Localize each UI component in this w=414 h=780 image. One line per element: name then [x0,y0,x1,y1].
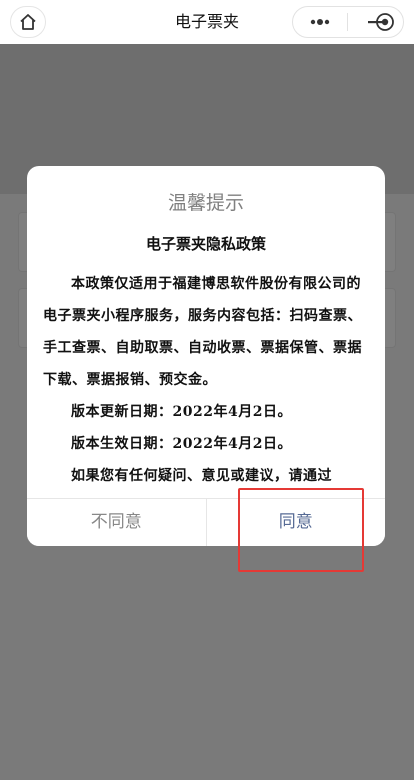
privacy-dialog: 温馨提示 电子票夹隐私政策 本政策仅适用于福建博思软件股份有限公司的电子票夹小程… [27,166,385,546]
close-button[interactable] [374,12,396,32]
policy-paragraph: 版本生效日期：2022年4月2日。 [71,436,292,452]
policy-paragraph: 本政策仅适用于福建博思软件股份有限公司的电子票夹小程序服务，服务内容包括：扫码查… [43,276,362,388]
navigation-bar: 电子票夹 [0,0,414,44]
target-close-icon [376,13,394,31]
more-dots-icon [310,19,330,25]
agree-button[interactable]: 同意 [206,499,385,546]
policy-paragraph: 版本更新日期：2022年4月2日。 [71,404,292,420]
disagree-button[interactable]: 不同意 [27,499,207,546]
dialog-content[interactable]: 电子票夹隐私政策 本政策仅适用于福建博思软件股份有限公司的电子票夹小程序服务，服… [43,232,369,498]
policy-paragraph: 如果您有任何疑问、意见或建议，请通过 [71,468,332,484]
policy-heading: 电子票夹隐私政策 [145,235,266,253]
dialog-title: 温馨提示 [167,192,244,214]
more-button[interactable] [293,6,347,38]
dialog-footer: 不同意 同意 [27,498,385,546]
